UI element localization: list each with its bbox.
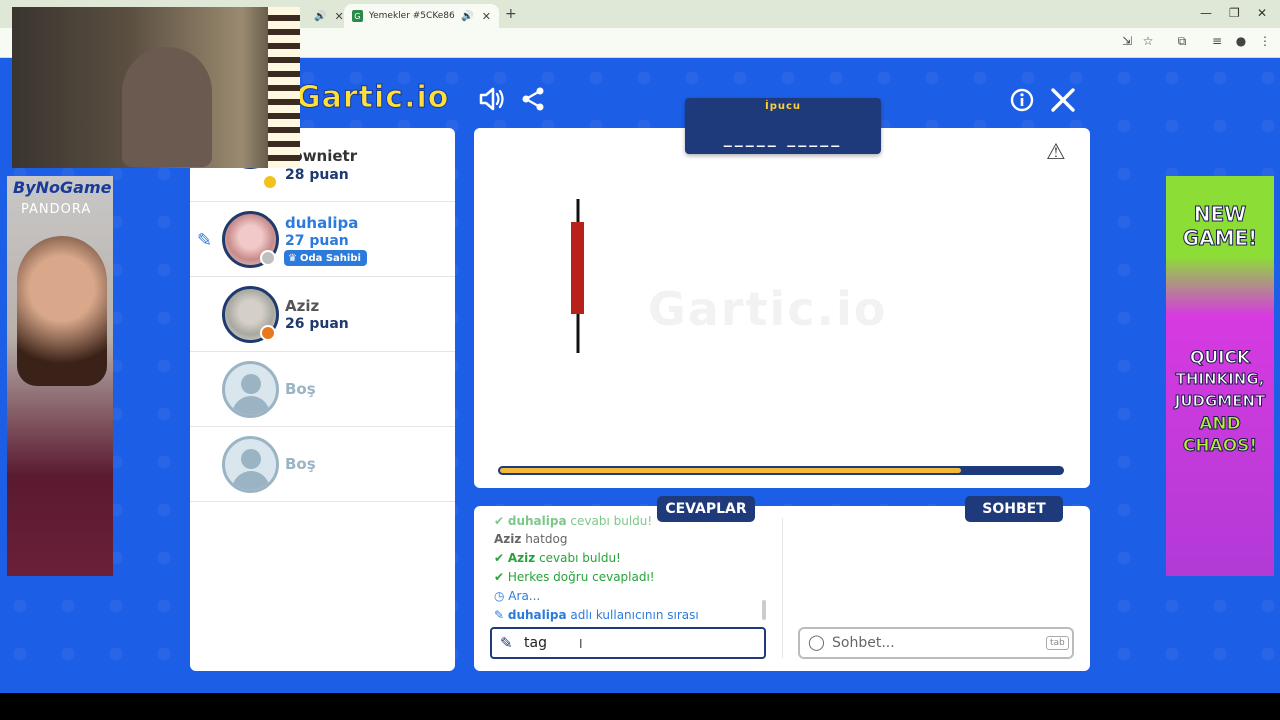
player-score: 28 puan — [285, 167, 349, 183]
text-cursor-icon: I — [579, 637, 583, 651]
empty-slot: Boş — [190, 352, 455, 427]
chat-header: SOHBET — [965, 496, 1063, 522]
advertisement-right[interactable]: NEW GAME! QUICK THINKING, JUDGMENT AND C… — [1166, 176, 1274, 576]
extensions-icon[interactable]: ⧉ — [1173, 34, 1191, 49]
player-status-dot — [260, 325, 276, 341]
canvas-watermark: Gartic.io — [648, 282, 888, 336]
ad-portrait — [17, 236, 107, 386]
info-icon[interactable] — [1010, 88, 1034, 118]
timer-progress-bar — [498, 466, 1064, 475]
list-item: ✔ duhalipa cevabı buldu! — [494, 515, 653, 528]
player-status-dot — [260, 250, 276, 266]
player-status-dot — [262, 174, 278, 190]
list-item: ✎ duhalipa adlı kullanıcının sırası — [494, 608, 699, 622]
player-score: 26 puan — [285, 316, 349, 332]
bookmark-star-icon[interactable]: ☆ — [1139, 34, 1157, 48]
share-icon[interactable] — [520, 86, 546, 118]
pencil-icon: ✎ — [494, 608, 508, 622]
media-control-icon[interactable]: ≡ — [1208, 34, 1226, 48]
check-icon: ✔ — [494, 551, 508, 565]
list-item: ✔ Aziz cevabı buldu! — [494, 551, 621, 565]
empty-avatar-icon — [222, 361, 279, 418]
hint-box: İpucu _____ _____ — [685, 98, 881, 154]
player-row[interactable]: ✎ duhalipa 27 puan ♛ Oda Sahibi — [190, 202, 455, 277]
restore-button[interactable]: ❐ — [1229, 6, 1240, 20]
chat-input[interactable]: ◯ Sohbet... tab — [798, 627, 1074, 659]
tab-title: Yemekler #5CKe86 (Türkçe) — [368, 11, 456, 21]
speaker-icon[interactable]: 🔊 — [314, 11, 326, 22]
gartic-logo[interactable]: Gartic.io — [295, 80, 449, 116]
report-warning-icon[interactable]: ⚠ — [1046, 140, 1066, 165]
install-app-icon[interactable]: ⇲ — [1118, 34, 1136, 48]
advertisement-left[interactable]: ByNoGame PANDORA — [7, 176, 113, 576]
clock-icon: ◷ — [494, 589, 509, 603]
close-window-button[interactable]: ✕ — [1257, 6, 1267, 20]
gartic-favicon-icon: G — [352, 10, 363, 22]
player-name: duhalipa — [285, 214, 359, 232]
players-panel: rownietr 28 puan ✎ duhalipa 27 puan ♛ Od… — [190, 112, 455, 671]
sound-icon[interactable] — [478, 86, 506, 118]
answer-input[interactable]: ✎ tag — [490, 627, 766, 659]
bottom-bar — [0, 693, 1280, 720]
answers-list[interactable]: ✔ duhalipa cevabı buldu! Aziz hatdog ✔ A… — [494, 515, 759, 623]
pencil-icon: ✎ — [500, 634, 513, 652]
hint-title: İpucu — [764, 101, 802, 112]
check-icon: ✔ — [494, 570, 508, 584]
player-score: 27 puan — [285, 233, 349, 249]
webcam-overlay — [12, 7, 300, 168]
close-tab-icon[interactable]: ✕ — [482, 10, 491, 23]
empty-slot-label: Boş — [285, 380, 316, 398]
crown-icon: ♛ — [288, 253, 297, 264]
streamer-video — [122, 47, 212, 167]
browser-tab-previous[interactable]: 🔊 ✕ — [300, 4, 344, 28]
browser-menu-icon[interactable]: ⋮ — [1256, 34, 1274, 48]
list-item: Aziz hatdog — [494, 532, 568, 546]
player-row[interactable]: Aziz 26 puan — [190, 277, 455, 352]
panel-divider — [782, 518, 783, 658]
hint-word: _____ _____ — [723, 128, 843, 147]
empty-slot: Boş — [190, 427, 455, 502]
list-item: ◷ Ara... — [494, 589, 541, 603]
player-drawing — [571, 199, 584, 353]
answer-input-value[interactable]: tag — [524, 635, 547, 651]
background-lamp — [268, 7, 300, 168]
minimize-button[interactable]: — — [1200, 6, 1212, 20]
speaker-icon[interactable]: 🔊 — [461, 11, 473, 22]
timer-progress-fill — [500, 468, 961, 473]
empty-slot-label: Boş — [285, 455, 316, 473]
new-tab-button[interactable]: + — [505, 6, 517, 22]
profile-avatar-icon[interactable]: ● — [1232, 34, 1250, 48]
chat-bubble-icon: ◯ — [808, 633, 825, 651]
browser-tab-active[interactable]: G Yemekler #5CKe86 (Türkçe) 🔊 ✕ — [344, 4, 499, 28]
badge-label: Oda Sahibi — [299, 253, 361, 264]
drawing-pencil-icon: ✎ — [197, 230, 213, 251]
check-icon: ✔ — [494, 515, 508, 528]
room-owner-badge: ♛ Oda Sahibi — [284, 250, 367, 266]
close-tab-icon[interactable]: ✕ — [334, 10, 343, 23]
close-game-icon[interactable] — [1050, 87, 1076, 119]
answers-scrollbar[interactable] — [762, 600, 766, 620]
ad-brand: ByNoGame — [13, 178, 112, 197]
tab-key-hint: tab — [1046, 636, 1069, 650]
chat-placeholder: Sohbet... — [832, 635, 895, 651]
empty-avatar-icon — [222, 436, 279, 493]
ad-subtitle: PANDORA — [21, 202, 92, 217]
list-item: ✔ Herkes doğru cevapladı! — [494, 570, 655, 584]
player-name: Aziz — [285, 297, 320, 315]
